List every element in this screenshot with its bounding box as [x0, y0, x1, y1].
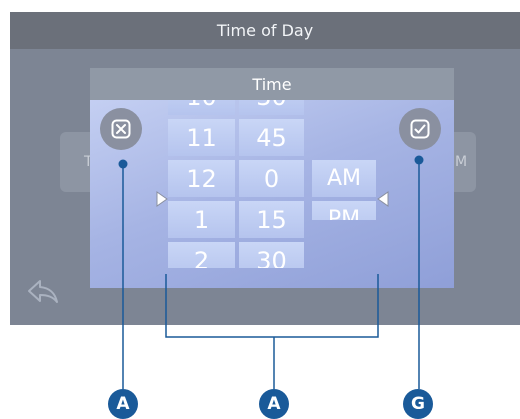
- callout-lines: [118, 155, 424, 389]
- callout-marker-columns: A: [259, 389, 289, 419]
- callout-marker-cancel: A: [108, 389, 138, 419]
- callout-dot-cancel: [118, 159, 128, 169]
- callout-marker-confirm: G: [403, 389, 433, 419]
- callout-bracket-columns: [165, 274, 379, 338]
- callout-dot-confirm: [414, 155, 424, 165]
